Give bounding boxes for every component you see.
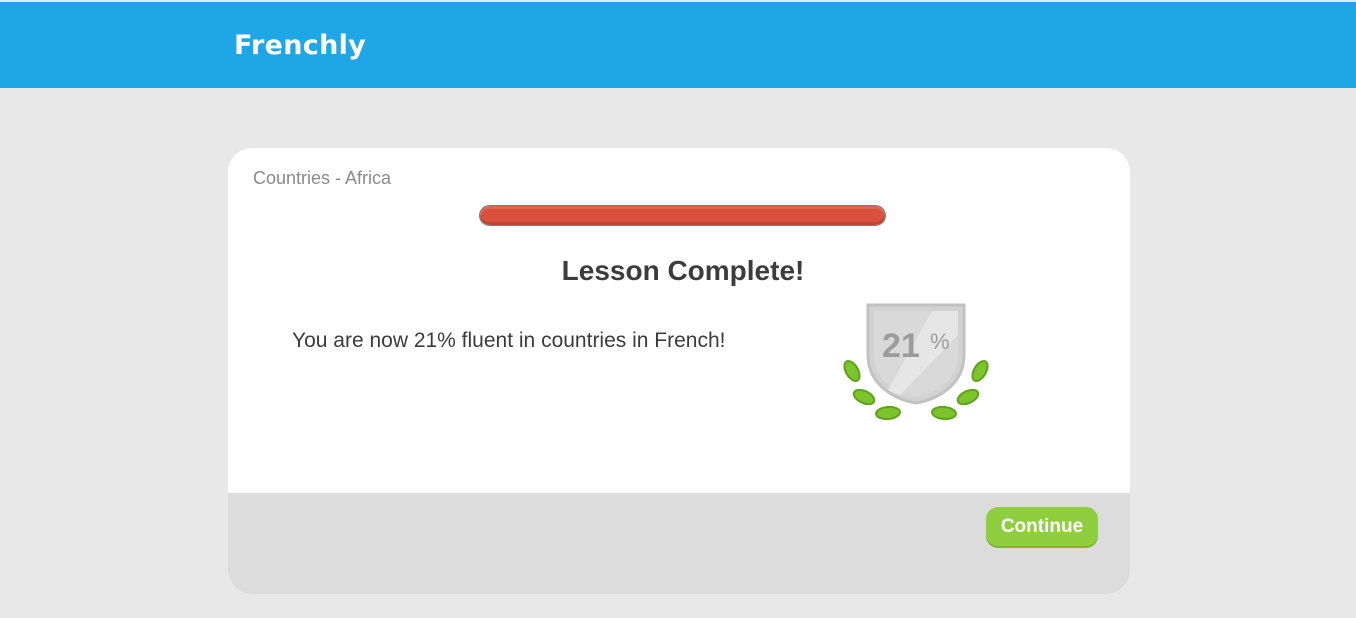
lesson-name: Countries - Africa (253, 168, 392, 188)
lesson-progress-bar (479, 205, 886, 226)
laurel-shield-icon: 21 % (843, 303, 989, 421)
lesson-complete-heading: Lesson Complete! (561, 255, 805, 286)
badge-value: 21 (882, 327, 920, 365)
badge-unit: % (930, 329, 950, 354)
continue-button[interactable]: Continue (986, 507, 1098, 546)
brand-logo[interactable]: Frenchly (234, 30, 366, 61)
lesson-progress-fill (480, 206, 885, 225)
fluency-message: You are now 21% fluent in countries in F… (292, 329, 726, 352)
card-body: Countries - Africa Lesson Complete! You … (228, 148, 1130, 493)
top-bar: Frenchly (0, 2, 1356, 88)
card-footer: Continue (228, 493, 1130, 594)
lesson-complete-card: Countries - Africa Lesson Complete! You … (228, 148, 1130, 594)
